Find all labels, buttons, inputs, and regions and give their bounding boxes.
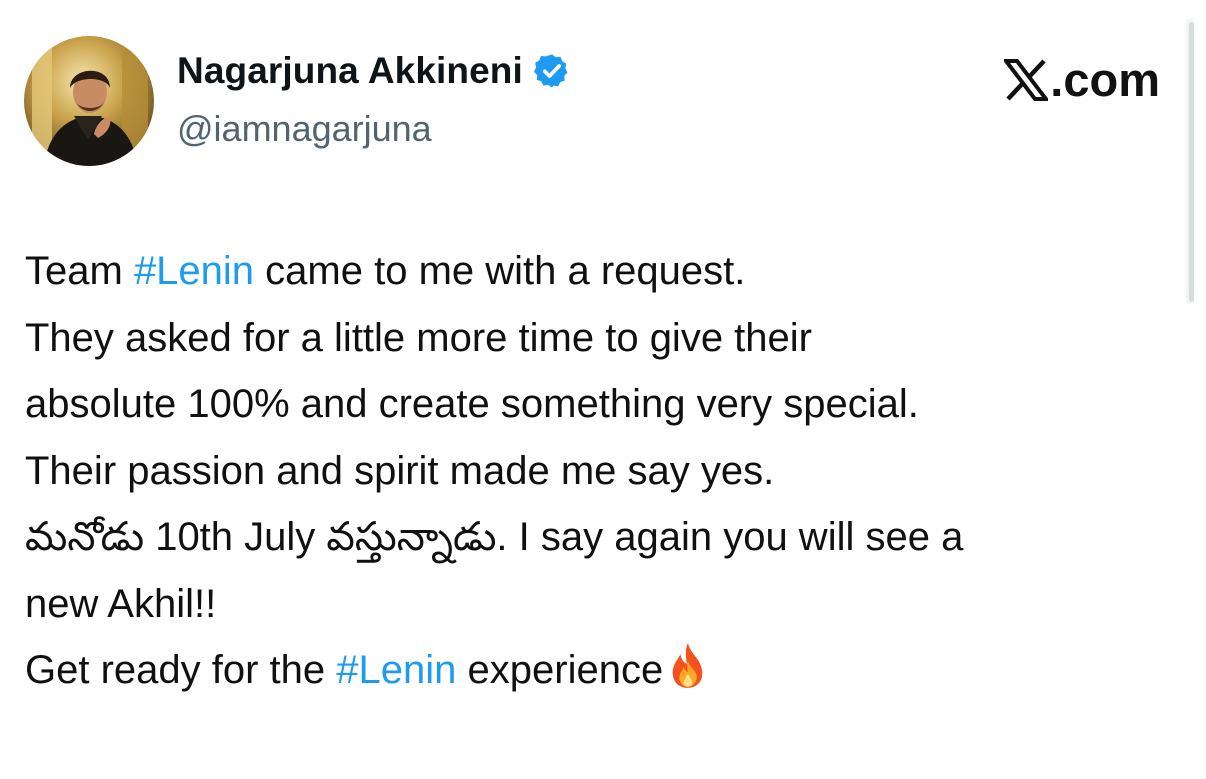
x-com-label: .com (1050, 53, 1160, 106)
author-display-name-row[interactable]: Nagarjuna Akkineni (177, 50, 571, 92)
tweet-line: absolute 100% and create something very … (25, 382, 919, 426)
fire-icon (672, 643, 703, 688)
tweet-line: Their passion and spirit made me say yes… (25, 448, 775, 493)
tweet-line: Get ready for the #Lenin experience (25, 637, 1185, 704)
hashtag-link[interactable]: #Lenin (336, 648, 456, 692)
tweet-text: Team #Lenin came to me with a request. T… (25, 238, 1185, 704)
tweet-text-segment: Get ready for the (25, 648, 337, 692)
x-logo-icon (1004, 58, 1049, 101)
scrollbar-thumb[interactable] (1189, 22, 1194, 302)
profile-photo (24, 36, 154, 166)
hashtag-link[interactable]: #Lenin (134, 249, 254, 293)
verified-badge-icon (533, 54, 568, 88)
author-handle[interactable]: @iamnagarjuna (177, 108, 432, 150)
avatar[interactable] (24, 36, 154, 166)
tweet-line: new Akhil!! (25, 581, 217, 626)
tweet-line: Team #Lenin came to me with a request. (25, 238, 1185, 305)
tweet-text-segment: Team (25, 249, 134, 293)
tweet-line: మనోడు 10th July వస్తున్నాడు. I say again… (25, 515, 964, 559)
tweet-text-segment: experience (456, 648, 664, 692)
tweet-text-segment: came to me with a request. (254, 249, 746, 293)
tweet-line: They asked for a little more time to giv… (25, 315, 812, 360)
x-com-brand: .com (1004, 52, 1160, 107)
author-display-name[interactable]: Nagarjuna Akkineni (177, 50, 523, 92)
